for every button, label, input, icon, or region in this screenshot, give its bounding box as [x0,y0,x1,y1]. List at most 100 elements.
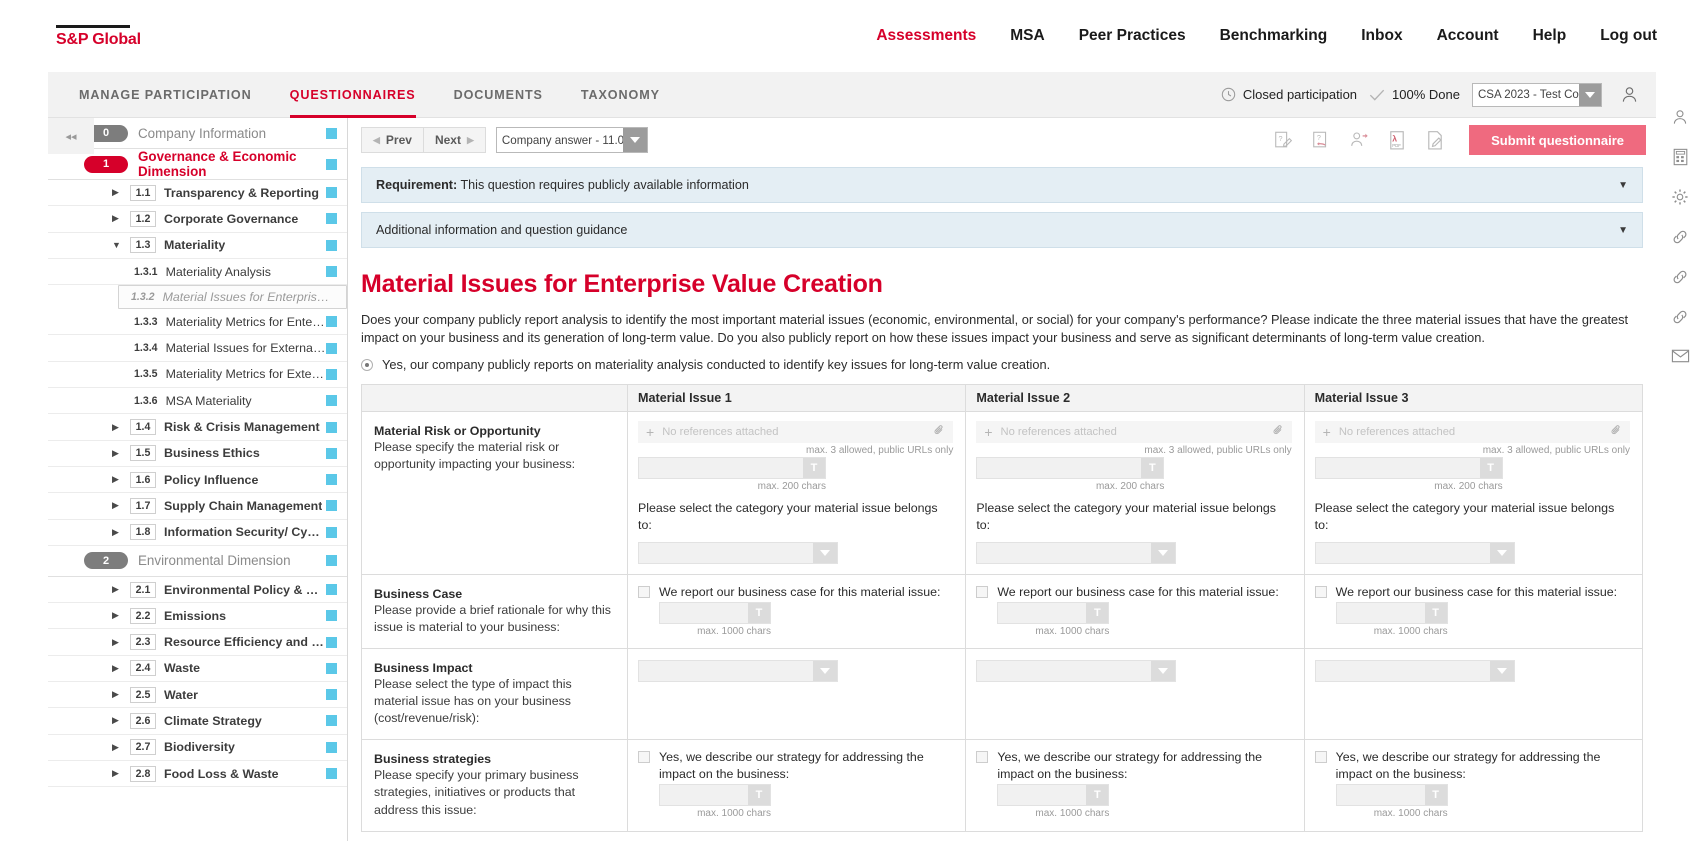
category-select[interactable] [976,542,1176,564]
expand-caret-icon[interactable]: ▼ [112,241,124,250]
expand-caret-icon[interactable]: ▶ [112,188,124,197]
sidebar-criterion-1.6[interactable]: ▶1.6Policy Influence [48,467,347,493]
category-select[interactable] [638,542,838,564]
checkbox[interactable] [638,751,650,763]
status-square[interactable] [326,266,337,277]
status-square[interactable] [326,448,337,459]
checkbox[interactable] [976,751,988,763]
reference-attach-box[interactable]: +No references attached [976,421,1291,443]
checkbox[interactable] [1315,751,1327,763]
sidebar-criterion-2.7[interactable]: ▶2.7Biodiversity [48,735,347,761]
radio-yes[interactable] [361,359,373,371]
topnav-assessments[interactable]: Assessments [859,27,993,45]
status-square[interactable] [326,527,337,538]
chevron-down-icon[interactable]: ▼ [1618,180,1628,191]
status-square[interactable] [326,500,337,511]
edit-document-icon[interactable] [1425,130,1445,151]
guidance-banner[interactable]: Additional information and question guid… [361,212,1643,248]
sidebar-criterion-1.3[interactable]: ▼1.3Materiality [48,233,347,259]
topnav-benchmarking[interactable]: Benchmarking [1203,27,1345,45]
topnav-inbox[interactable]: Inbox [1344,27,1419,45]
sidebar-question-1.3.6[interactable]: 1.3.6MSA Materiality [48,388,347,414]
status-square[interactable] [326,187,337,198]
gear-icon[interactable] [1671,188,1689,206]
expand-caret-icon[interactable]: ▶ [112,585,124,594]
next-button[interactable]: Next ▶ [424,128,485,152]
sidebar-criterion-2.2[interactable]: ▶2.2Emissions [48,603,347,629]
status-square[interactable] [326,663,337,674]
sidebar-criterion-1.8[interactable]: ▶1.8Information Security/ Cybersecurity … [48,520,347,546]
expand-caret-icon[interactable]: ▶ [112,664,124,673]
sidebar-criterion-2.3[interactable]: ▶2.3Resource Efficiency and Circularity [48,629,347,655]
expand-caret-icon[interactable]: ▶ [112,423,124,432]
text-format-button[interactable]: T [1086,603,1108,623]
answer-text-input[interactable]: T [659,784,771,806]
checkbox[interactable] [638,586,650,598]
text-format-button[interactable]: T [748,785,770,805]
status-square[interactable] [326,715,337,726]
expand-caret-icon[interactable]: ▶ [112,611,124,620]
status-square[interactable] [326,159,337,170]
sidebar-question-1.3.2[interactable]: 1.3.2Material Issues for Enterprise Valu… [118,285,347,309]
link-icon-3[interactable] [1671,308,1689,326]
status-square[interactable] [326,610,337,621]
status-square[interactable] [326,128,337,139]
topnav-peer-practices[interactable]: Peer Practices [1062,27,1203,45]
expand-caret-icon[interactable]: ▶ [112,638,124,647]
sidebar-criterion-1.5[interactable]: ▶1.5Business Ethics [48,441,347,467]
text-format-button[interactable]: T [1425,603,1447,623]
paperclip-icon[interactable] [1610,423,1622,441]
category-select[interactable] [1315,542,1515,564]
answer-text-input[interactable]: T [1336,602,1448,624]
tab-questionnaires[interactable]: QUESTIONNAIRES [271,72,435,118]
status-square[interactable] [326,689,337,700]
envelope-icon[interactable] [1671,348,1690,364]
sidebar-question-1.3.1[interactable]: 1.3.1Materiality Analysis [48,259,347,285]
answer-text-input[interactable]: T [997,784,1109,806]
sidebar-criterion-2.6[interactable]: ▶2.6Climate Strategy [48,708,347,734]
sidebar-question-1.3.4[interactable]: 1.3.4Material Issues for External Stakeh… [48,335,347,361]
status-square[interactable] [326,240,337,251]
sidebar-dimension-2[interactable]: 2Environmental Dimension [48,546,347,577]
issue-name-input[interactable]: T [638,457,826,479]
impact-select[interactable] [976,660,1176,682]
tab-taxonomy[interactable]: TAXONOMY [562,72,679,118]
assessment-select[interactable]: CSA 2023 - Test Com... [1472,83,1602,107]
question-reply-icon[interactable]: ? [1311,130,1331,150]
checkbox-row[interactable]: We report our business case for this mat… [976,584,1291,601]
expand-caret-icon[interactable]: ▶ [112,214,124,223]
prev-button[interactable]: ◀ Prev [362,128,424,152]
checkbox-row[interactable]: Yes, we describe our strategy for addres… [1315,749,1630,783]
tab-documents[interactable]: DOCUMENTS [435,72,562,118]
status-square[interactable] [326,422,337,433]
expand-caret-icon[interactable]: ▶ [112,449,124,458]
text-format-button[interactable]: T [1086,785,1108,805]
account-icon[interactable] [1671,108,1689,126]
link-icon-2[interactable] [1671,268,1689,286]
status-square[interactable] [326,474,337,485]
text-format-button[interactable]: T [748,603,770,623]
checkbox[interactable] [1315,586,1327,598]
answer-version-select[interactable]: Company answer - 11.09.2... [496,127,648,153]
submit-questionnaire-button[interactable]: Submit questionnaire [1469,125,1646,155]
expand-caret-icon[interactable]: ▶ [112,690,124,699]
reference-attach-box[interactable]: +No references attached [638,421,953,443]
sidebar-question-1.3.5[interactable]: 1.3.5Materiality Metrics for External St… [48,362,347,388]
assign-user-icon[interactable] [1349,130,1369,150]
edit-question-icon[interactable]: ? [1273,130,1293,150]
topnav-logout[interactable]: Log out [1583,27,1674,45]
sidebar-criterion-1.2[interactable]: ▶1.2Corporate Governance [48,206,347,232]
text-format-button[interactable]: T [1141,458,1163,478]
issue-name-input[interactable]: T [976,457,1164,479]
checkbox-row[interactable]: We report our business case for this mat… [638,584,953,601]
topnav-msa[interactable]: MSA [993,27,1061,45]
status-square[interactable] [326,213,337,224]
text-format-button[interactable]: T [1480,458,1502,478]
status-square[interactable] [326,343,337,354]
dashboard-grid-icon[interactable] [1672,148,1689,166]
logo[interactable]: S&P Global [56,25,141,48]
status-square[interactable] [326,369,337,380]
checkbox-row[interactable]: Yes, we describe our strategy for addres… [638,749,953,783]
paperclip-icon[interactable] [933,423,945,441]
answer-text-input[interactable]: T [659,602,771,624]
